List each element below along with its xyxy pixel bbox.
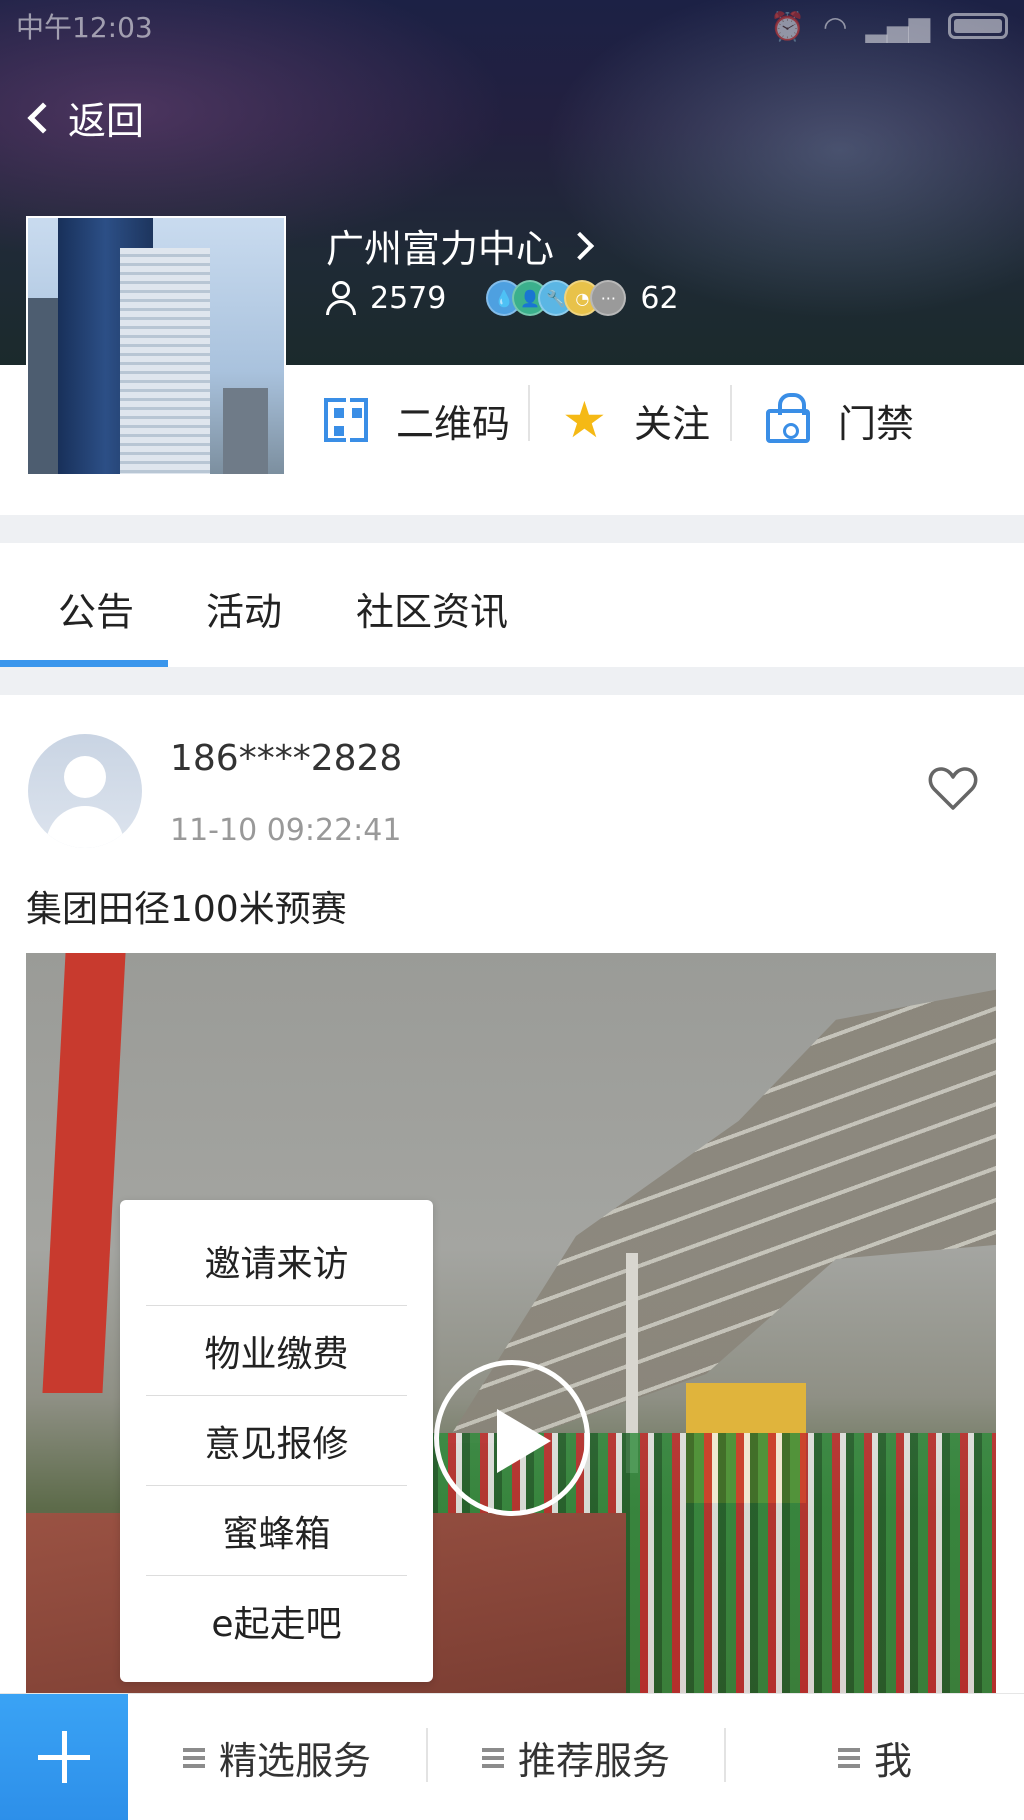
qr-code-icon: [324, 398, 368, 446]
access-control-button[interactable]: 门禁: [766, 390, 914, 450]
play-icon[interactable]: [434, 1360, 590, 1516]
chevron-left-icon: [27, 101, 59, 134]
nav-recommended-label: 推荐服务: [517, 1739, 670, 1783]
badge-icons[interactable]: 💧 👤 🔧 ◔ ···: [486, 280, 627, 316]
active-tab-indicator: [0, 660, 168, 667]
post-text: 集团田径100米预赛: [26, 889, 347, 930]
tab-announcements[interactable]: 公告: [58, 581, 134, 636]
more-badge-icon: ···: [590, 280, 627, 316]
qr-code-label: 二维码: [396, 401, 511, 446]
nav-recommended-services[interactable]: 推荐服务: [428, 1694, 724, 1820]
community-stats: 2579 💧 👤 🔧 ◔ ··· 62: [326, 280, 679, 316]
community-photo: [26, 216, 286, 476]
add-button[interactable]: [0, 1694, 128, 1820]
menu-icon: [837, 1747, 860, 1768]
community-name: 广州富力中心: [326, 227, 555, 271]
community-title[interactable]: 广州富力中心: [326, 218, 595, 273]
chevron-right-icon: [565, 231, 595, 260]
status-time: 中午12:03: [16, 11, 153, 44]
section-gap: [0, 667, 1024, 695]
member-count: 2579: [370, 280, 447, 316]
nav-me-label: 我: [873, 1739, 912, 1783]
qr-code-button[interactable]: 二维码: [324, 390, 510, 450]
signal-icon: ▂▄▆: [865, 9, 930, 43]
menu-item-property-fee[interactable]: 物业缴费: [146, 1306, 407, 1396]
section-gap: [0, 515, 1024, 543]
nav-me[interactable]: 我: [726, 1694, 1024, 1820]
menu-item-invite-visitor[interactable]: 邀请来访: [146, 1216, 407, 1306]
wifi-icon: ◠: [822, 9, 848, 43]
tab-community-news[interactable]: 社区资讯: [356, 581, 508, 636]
menu-item-feedback-repair[interactable]: 意见报修: [146, 1396, 407, 1486]
menu-icon: [182, 1747, 205, 1768]
lock-icon: [766, 393, 810, 443]
divider: [730, 385, 732, 441]
quick-menu-popup: 邀请来访 物业缴费 意见报修 蜜蜂箱 e起走吧: [120, 1200, 433, 1682]
back-button[interactable]: 返回: [26, 90, 144, 145]
status-bar: 中午12:03 ⏰ ◠ ▂▄▆: [0, 0, 1024, 52]
follow-button[interactable]: ★ 关注: [562, 390, 710, 450]
avatar[interactable]: [28, 734, 142, 848]
follow-label: 关注: [634, 401, 711, 446]
person-icon: [326, 281, 356, 315]
post-timestamp: 11-10 09:22:41: [170, 813, 402, 848]
menu-icon: [481, 1747, 504, 1768]
menu-item-parcel-locker[interactable]: 蜜蜂箱: [146, 1486, 407, 1576]
badge-count: 62: [640, 280, 679, 316]
nav-featured-services[interactable]: 精选服务: [128, 1694, 426, 1820]
tab-bar: 公告 活动 社区资讯: [0, 543, 1024, 667]
access-control-label: 门禁: [838, 401, 915, 446]
alarm-icon: ⏰: [770, 9, 805, 43]
post-username: 186****2828: [170, 738, 403, 779]
menu-item-e-walk[interactable]: e起走吧: [146, 1576, 407, 1666]
status-icons: ⏰ ◠ ▂▄▆: [770, 10, 1008, 43]
battery-icon: [948, 13, 1008, 39]
back-label: 返回: [68, 99, 145, 143]
heart-icon[interactable]: [928, 766, 978, 812]
nav-featured-label: 精选服务: [218, 1739, 371, 1783]
divider: [528, 385, 530, 441]
star-icon: ★: [562, 391, 607, 449]
tab-activities[interactable]: 活动: [206, 581, 282, 636]
bottom-nav: 精选服务 推荐服务 我: [0, 1693, 1024, 1820]
